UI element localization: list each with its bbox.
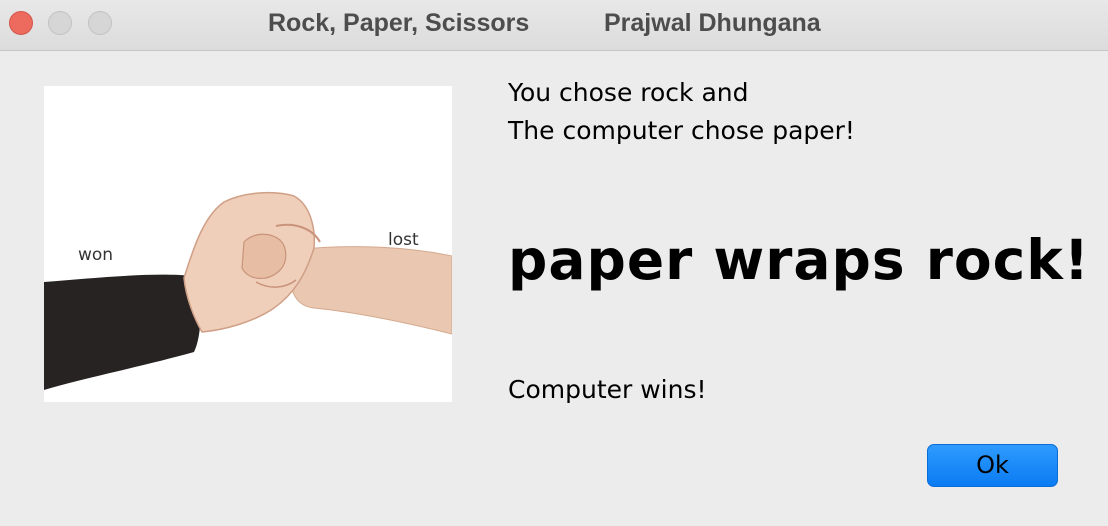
won-label: won — [78, 245, 113, 265]
title-bar: Rock, Paper, Scissors Prajwal Dhungana — [0, 0, 1108, 51]
ok-button[interactable]: Ok — [927, 444, 1058, 487]
minimize-window-button[interactable] — [48, 11, 72, 35]
close-window-button[interactable] — [9, 11, 33, 35]
zoom-window-button[interactable] — [88, 11, 112, 35]
dialog-window: Rock, Paper, Scissors Prajwal Dhungana w… — [0, 0, 1108, 526]
window-title: Rock, Paper, Scissors — [268, 9, 530, 37]
paper-wraps-rock-image: won lost — [44, 86, 452, 402]
winner-text: Computer wins! — [508, 375, 707, 404]
player-choice-text: You chose rock and — [508, 78, 749, 107]
window-author: Prajwal Dhungana — [604, 9, 821, 37]
outcome-headline: paper wraps rock! — [508, 228, 1090, 292]
lost-label: lost — [388, 230, 419, 250]
hands-illustration: won lost — [44, 86, 452, 402]
computer-choice-text: The computer chose paper! — [508, 116, 855, 145]
